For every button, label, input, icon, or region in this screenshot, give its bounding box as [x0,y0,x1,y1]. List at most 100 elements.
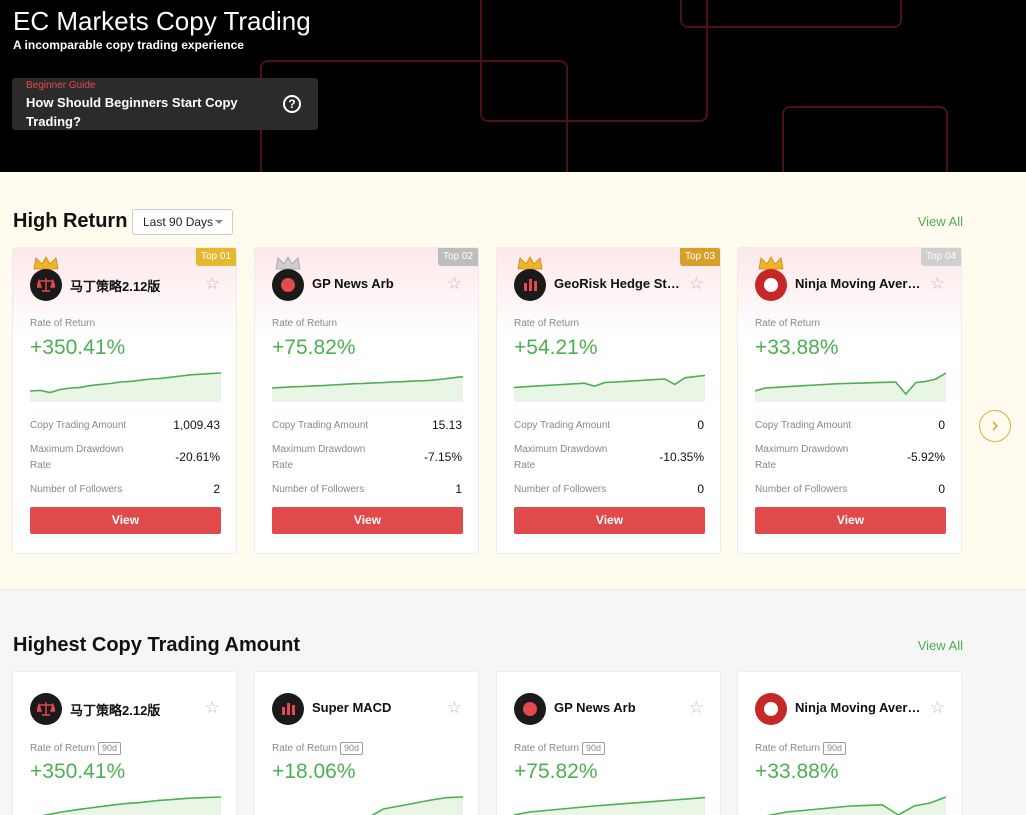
rate-of-return-label: Rate of Return 90d [30,742,122,755]
max-drawdown-value: -5.92% [906,450,945,464]
trader-avatar [514,269,546,301]
followers-value: 1 [455,482,462,496]
view-all-link-highest-amount[interactable]: View All [918,638,963,653]
trader-card: Top 02 GP News Arb ☆ Rate of Return +75.82% C… [254,247,479,554]
copy-amount-label: Copy Trading Amount [30,420,127,431]
view-button[interactable]: View [514,507,705,534]
trader-card: Top 04 Ninja Moving Average ☆ Rate of Retur… [737,247,962,554]
crown-icon [33,256,59,270]
sparkline-area [514,375,705,402]
return-sparkline [41,796,222,815]
max-drawdown-label: Maximum Drawdown Rate [755,444,849,471]
max-drawdown-label: Maximum Drawdown Rate [30,444,124,471]
star-icon[interactable]: ☆ [447,275,462,292]
max-drawdown-value: -20.61% [175,450,220,464]
star-icon[interactable]: ☆ [689,699,704,716]
beginner-guide-card[interactable]: Beginner Guide How Should Beginners Star… [12,78,318,130]
trader-avatar [755,693,787,725]
hero-banner: EC Markets Copy Trading A incomparable c… [0,0,1026,172]
trader-name[interactable]: Super MACD [312,700,440,715]
followers-value: 2 [213,482,220,496]
crown-icon [517,256,543,270]
copy-amount-value: 1,009.43 [173,418,220,432]
crown-icon [275,256,301,270]
period-tag: 90d [823,742,847,755]
copy-amount-label: Copy Trading Amount [272,420,369,431]
return-sparkline [271,375,464,402]
rate-of-return-value: +18.06% [272,760,356,783]
help-icon[interactable]: ? [283,95,301,113]
return-sparkline [513,796,706,815]
page-subtitle: A incomparable copy trading experience [13,38,244,52]
rate-of-return-value: +350.41% [30,760,126,783]
rate-of-return-label: Rate of Return 90d [514,742,606,755]
trader-avatar [30,269,62,301]
rate-of-return-label: Rate of Return [755,318,821,329]
trader-name[interactable]: GeoRisk Hedge Strategy [554,276,682,291]
trader-avatar [755,269,787,301]
rate-of-return-value: +33.88% [755,336,839,359]
trader-avatar [272,693,304,725]
rank-badge: Top 04 [921,248,961,266]
rate-of-return-value: +33.88% [755,760,839,783]
trader-name[interactable]: GP News Arb [312,276,440,291]
trader-card: Top 01 马丁策略2.12版 ☆ Rate of Return +350.41% Co… [12,247,237,554]
rank-badge: Top 01 [196,248,236,266]
next-page-button[interactable] [979,410,1011,442]
star-icon[interactable]: ☆ [689,275,704,292]
copy-amount-value: 15.13 [431,418,462,432]
view-button[interactable]: View [755,507,946,534]
chevron-down-icon [215,220,223,224]
view-button[interactable]: View [30,507,221,534]
view-all-link-high-return[interactable]: View All [918,214,963,229]
view-button[interactable]: View [272,507,463,534]
copy-amount-value: 0 [697,418,704,432]
trader-name[interactable]: 马丁策略2.12版 [70,700,198,719]
rate-of-return-label: Rate of Return [30,318,96,329]
period-select[interactable]: Last 90 Days [132,209,233,235]
rate-of-return-value: +75.82% [272,336,356,359]
followers-value: 0 [938,482,945,496]
star-icon[interactable]: ☆ [447,699,462,716]
max-drawdown-label: Maximum Drawdown Rate [272,444,366,471]
followers-label: Number of Followers [514,484,607,495]
trader-card: Super MACD ☆ Rate of Return 90d +18.06% [254,671,479,815]
guide-text: How Should Beginners Start Copy Trading? [26,95,238,129]
rank-badge: Top 03 [680,248,720,266]
period-select-value: Last 90 Days [143,215,214,229]
trader-avatar [30,693,62,725]
copy-amount-label: Copy Trading Amount [514,420,611,431]
period-tag: 90d [98,742,122,755]
trader-card: Top 03 GeoRisk Hedge Strategy ☆ Rate of Ret… [496,247,721,554]
max-drawdown-value: -10.35% [659,450,704,464]
star-icon[interactable]: ☆ [205,699,220,716]
trader-avatar [272,269,304,301]
rate-of-return-label: Rate of Return [514,318,580,329]
return-sparkline [766,796,947,815]
return-sparkline [513,374,706,402]
trader-name[interactable]: 马丁策略2.12版 [70,276,198,295]
star-icon[interactable]: ☆ [930,699,945,716]
sparkline-area [30,373,221,402]
star-icon[interactable]: ☆ [205,275,220,292]
highest-amount-title: Highest Copy Trading Amount [13,634,301,656]
copy-amount-label: Copy Trading Amount [755,420,852,431]
copy-amount-value: 0 [938,418,945,432]
rate-of-return-value: +75.82% [514,760,598,783]
max-drawdown-label: Maximum Drawdown Rate [514,444,608,471]
rate-of-return-value: +350.41% [30,336,126,359]
rate-of-return-text: Rate of Return [755,743,821,754]
return-sparkline [371,796,464,815]
max-drawdown-value: -7.15% [423,450,462,464]
guide-tag: Beginner Guide [26,80,96,91]
trader-name[interactable]: GP News Arb [554,700,682,715]
followers-label: Number of Followers [272,484,365,495]
rate-of-return-value: +54.21% [514,336,598,359]
trader-name[interactable]: Ninja Moving Average [795,276,923,291]
star-icon[interactable]: ☆ [930,275,945,292]
chevron-right-icon [992,421,999,431]
trader-name[interactable]: Ninja Moving Average [795,700,923,715]
page-title: EC Markets Copy Trading [13,6,311,36]
rank-badge: Top 02 [438,248,478,266]
trader-card: GP News Arb ☆ Rate of Return 90d +75.82% [496,671,721,815]
